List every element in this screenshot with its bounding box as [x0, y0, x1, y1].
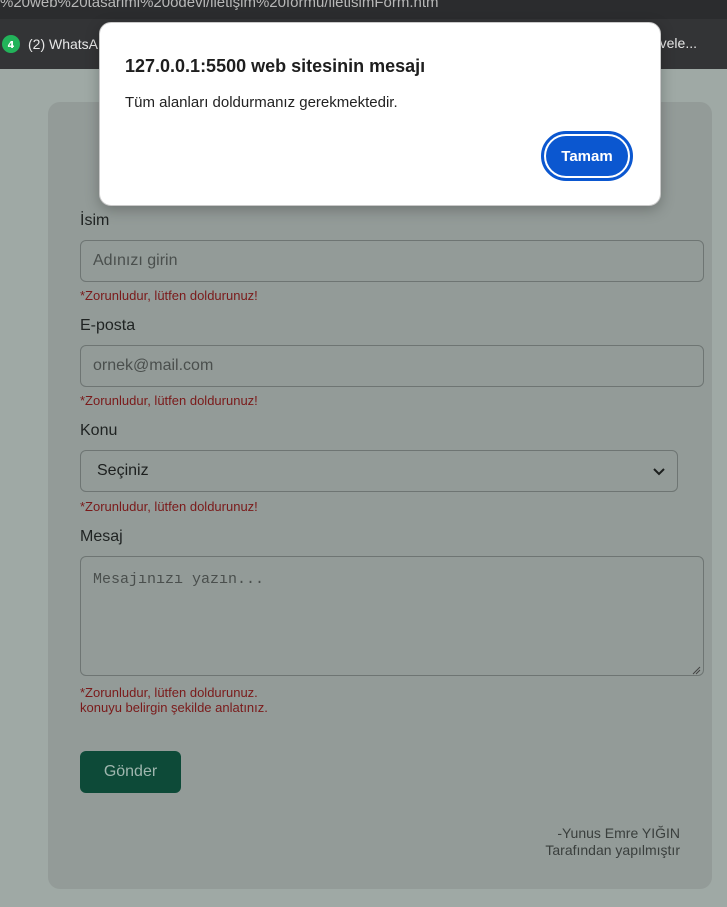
bookmark-overflow-label[interactable]: vele...: [660, 35, 697, 51]
message-textarea[interactable]: Mesajınızı yazın...: [80, 556, 704, 676]
contact-form-card: İsim Adınızı girin *Zorunludur, lütfen d…: [48, 102, 712, 889]
footer-credit: -Yunus Emre YIĞIN Tarafından yapılmıştır: [545, 825, 680, 859]
message-error-line2: konuyu belirgin şekilde anlatınız.: [80, 700, 268, 715]
name-error: *Zorunludur, lütfen doldurunuz!: [80, 288, 258, 303]
subject-label: Konu: [80, 422, 118, 439]
browser-url-bar[interactable]: %20web%20tasarimi%20odevi/iletişim%20for…: [0, 0, 727, 19]
email-placeholder: ornek@mail.com: [93, 357, 214, 374]
message-error-line1: *Zorunludur, lütfen doldurunuz.: [80, 685, 258, 700]
alert-dialog: 127.0.0.1:5500 web sitesinin mesajı Tüm …: [99, 22, 661, 206]
email-label: E-posta: [80, 317, 136, 334]
ok-button-label: Tamam: [546, 136, 628, 176]
footer-credit-text: Tarafından yapılmıştır: [545, 842, 680, 858]
email-error: *Zorunludur, lütfen doldurunuz!: [80, 393, 258, 408]
message-label: Mesaj: [80, 528, 123, 545]
name-label: İsim: [80, 212, 110, 229]
chevron-down-icon: [653, 463, 665, 479]
url-text: %20web%20tasarimi%20odevi/iletişim%20for…: [0, 0, 439, 11]
whatsapp-icon: 4: [2, 35, 20, 53]
name-placeholder: Adınızı girin: [93, 252, 178, 269]
footer-author: -Yunus Emre YIĞIN: [557, 825, 680, 841]
subject-select[interactable]: Seçiniz: [80, 450, 678, 492]
svg-text:4: 4: [8, 40, 15, 50]
submit-button[interactable]: Gönder: [80, 751, 181, 793]
dialog-message: Tüm alanları doldurmanız gerekmektedir.: [125, 94, 398, 111]
bookmark-whatsapp[interactable]: 4 (2) WhatsA: [2, 35, 98, 53]
bookmark-label: (2) WhatsA: [28, 36, 99, 52]
name-input[interactable]: Adınızı girin: [80, 240, 704, 282]
dialog-title: 127.0.0.1:5500 web sitesinin mesajı: [125, 56, 426, 76]
email-input[interactable]: ornek@mail.com: [80, 345, 704, 387]
ok-button[interactable]: Tamam: [541, 131, 633, 181]
message-placeholder: Mesajınızı yazın...: [93, 571, 265, 588]
subject-error: *Zorunludur, lütfen doldurunuz!: [80, 499, 258, 514]
message-error: *Zorunludur, lütfen doldurunuz. konuyu b…: [80, 685, 268, 715]
subject-selected-value: Seçiniz: [97, 462, 149, 479]
resize-grip-icon[interactable]: [691, 663, 701, 675]
